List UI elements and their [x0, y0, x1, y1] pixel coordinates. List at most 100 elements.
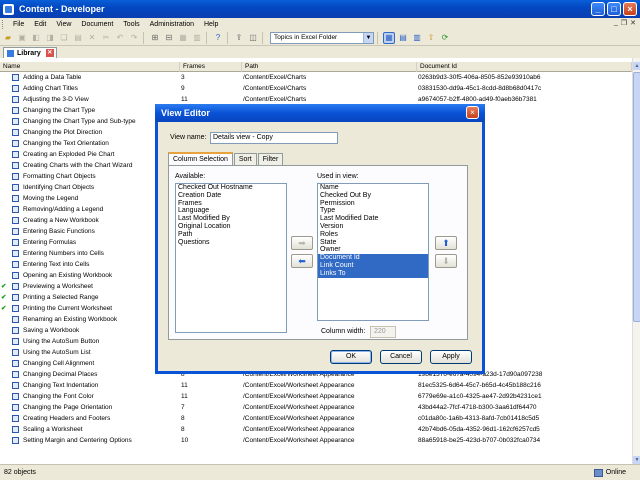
- list-item[interactable]: Document Id: [318, 254, 428, 262]
- topic-icon: [12, 283, 19, 290]
- list-item[interactable]: Original Location: [176, 223, 286, 231]
- scroll-up-icon[interactable]: ▲: [633, 62, 640, 70]
- table-row[interactable]: Changing the Font Color 11/Content/Excel/…: [0, 391, 632, 402]
- menu-view[interactable]: View: [51, 21, 76, 28]
- table-row[interactable]: Creating Headers and Footers 8/Content/Ex…: [0, 413, 632, 424]
- column-header-name[interactable]: Name: [0, 62, 180, 72]
- check-out-icon[interactable]: ◧: [30, 32, 42, 44]
- topic-icon: [12, 415, 19, 422]
- move-up-button[interactable]: ⬆: [435, 236, 457, 250]
- menu-bar: File Edit View Document Tools Administra…: [0, 18, 640, 30]
- menu-edit[interactable]: Edit: [29, 21, 51, 28]
- list-item[interactable]: Version: [318, 223, 428, 231]
- chevron-down-icon[interactable]: ▼: [363, 32, 373, 43]
- ok-button[interactable]: OK: [330, 350, 372, 364]
- list-item[interactable]: Type: [318, 207, 428, 215]
- apply-button[interactable]: Apply: [430, 350, 472, 364]
- topic-icon: [12, 316, 19, 323]
- vertical-scrollbar[interactable]: ▲ ▼: [632, 58, 640, 464]
- list-item[interactable]: Path: [176, 231, 286, 239]
- mdi-close-icon[interactable]: ✕: [630, 19, 636, 27]
- save-icon[interactable]: ▣: [16, 32, 28, 44]
- cut-icon[interactable]: ✂: [100, 32, 112, 44]
- close-button[interactable]: ×: [623, 2, 637, 16]
- list-item[interactable]: Creation Date: [176, 192, 286, 200]
- tab-library[interactable]: Library ✕: [3, 47, 57, 58]
- list-item[interactable]: Checked Out By: [318, 192, 428, 200]
- list-item[interactable]: Link Count: [318, 261, 428, 270]
- check-in-icon[interactable]: ◨: [44, 32, 56, 44]
- add-column-button[interactable]: ➡: [291, 236, 313, 250]
- open-folder-icon[interactable]: ▰: [2, 32, 14, 44]
- tab-sort[interactable]: Sort: [233, 153, 257, 165]
- outline-icon[interactable]: ▥: [191, 32, 203, 44]
- copy-icon[interactable]: ❏: [58, 32, 70, 44]
- properties-icon[interactable]: ▦: [177, 32, 189, 44]
- publish-icon[interactable]: ⇪: [233, 32, 245, 44]
- split-view-icon[interactable]: ▤: [397, 32, 409, 44]
- column-header-frames[interactable]: Frames: [180, 62, 242, 72]
- mdi-minimize-icon[interactable]: _: [614, 19, 618, 27]
- list-item[interactable]: Roles: [318, 231, 428, 239]
- scroll-down-icon[interactable]: ▼: [633, 456, 640, 464]
- help-icon[interactable]: ?: [212, 32, 224, 44]
- maximize-button[interactable]: □: [607, 2, 621, 16]
- row-name: Adding Chart Titles: [23, 85, 78, 92]
- menu-grip: [2, 19, 5, 29]
- list-item[interactable]: Checked Out Hostname: [176, 184, 286, 192]
- tab-column-selection[interactable]: Column Selection: [168, 152, 233, 165]
- list-item[interactable]: Owner: [318, 246, 428, 254]
- table-row[interactable]: Changing Text Indentation 11/Content/Exce…: [0, 380, 632, 391]
- list-item[interactable]: Name: [318, 184, 428, 192]
- table-row[interactable]: Setting Margin and Centering Options 10/C…: [0, 435, 632, 446]
- menu-administration[interactable]: Administration: [145, 21, 199, 28]
- list-item[interactable]: Questions: [176, 239, 286, 247]
- remove-column-button[interactable]: ⬅: [291, 254, 313, 268]
- table-row[interactable]: Scaling a Worksheet 8/Content/Excel/Works…: [0, 424, 632, 435]
- menu-file[interactable]: File: [8, 21, 29, 28]
- column-header-document-id[interactable]: Document Id: [417, 62, 632, 72]
- view-name-input[interactable]: Details view - Copy: [210, 132, 338, 144]
- preview-icon[interactable]: ◫: [247, 32, 259, 44]
- menu-document[interactable]: Document: [76, 21, 118, 28]
- cancel-button[interactable]: Cancel: [380, 350, 422, 364]
- redo-icon[interactable]: ↷: [128, 32, 140, 44]
- column-header-path[interactable]: Path: [242, 62, 417, 72]
- mdi-restore-icon[interactable]: ❐: [621, 19, 627, 27]
- menu-help[interactable]: Help: [199, 21, 223, 28]
- minimize-button[interactable]: _: [591, 2, 605, 16]
- dialog-close-icon[interactable]: ×: [466, 106, 479, 119]
- column-width-input[interactable]: 220: [370, 326, 396, 338]
- undo-icon[interactable]: ↶: [114, 32, 126, 44]
- table-row[interactable]: Changing the Page Orientation 7/Content/E…: [0, 402, 632, 413]
- up-folder-icon[interactable]: ⇧: [425, 32, 437, 44]
- delete-icon[interactable]: ✕: [86, 32, 98, 44]
- collapse-icon[interactable]: ⊟: [163, 32, 175, 44]
- refresh-icon[interactable]: ⟳: [439, 32, 451, 44]
- list-item[interactable]: Frames: [176, 200, 286, 208]
- table-row[interactable]: Adding a Data Table 3/Content/Excel/Chart…: [0, 72, 632, 83]
- list-item[interactable]: Links To: [318, 269, 428, 278]
- paste-icon[interactable]: ▤: [72, 32, 84, 44]
- menu-tools[interactable]: Tools: [118, 21, 144, 28]
- list-item[interactable]: State: [318, 239, 428, 247]
- move-down-button[interactable]: ⬇: [435, 254, 457, 268]
- details-view-icon[interactable]: ▦: [383, 31, 395, 44]
- table-row[interactable]: Adding Chart Titles 9/Content/Excel/Chart…: [0, 83, 632, 94]
- topics-combo[interactable]: Topics in Excel Folder ▼: [270, 31, 374, 44]
- tab-filter[interactable]: Filter: [257, 153, 284, 165]
- available-list[interactable]: Checked Out Hostname Creation Date Frames L…: [175, 183, 287, 333]
- tab-close-icon[interactable]: ✕: [45, 49, 54, 57]
- list-item[interactable]: Last Modified By: [176, 215, 286, 223]
- used-in-view-list[interactable]: Name Checked Out By Permission Type Last Mod…: [317, 183, 429, 321]
- list-item[interactable]: Last Modified Date: [318, 215, 428, 223]
- checked-out-icon: ✔: [1, 294, 7, 301]
- topic-icon: [12, 206, 19, 213]
- row-frames: 8: [181, 415, 185, 422]
- expand-icon[interactable]: ⊞: [149, 32, 161, 44]
- list-view-icon[interactable]: ▥: [411, 32, 423, 44]
- list-item[interactable]: Permission: [318, 200, 428, 208]
- list-item[interactable]: Language: [176, 207, 286, 215]
- row-frames: 7: [181, 404, 185, 411]
- scroll-thumb[interactable]: [633, 72, 640, 322]
